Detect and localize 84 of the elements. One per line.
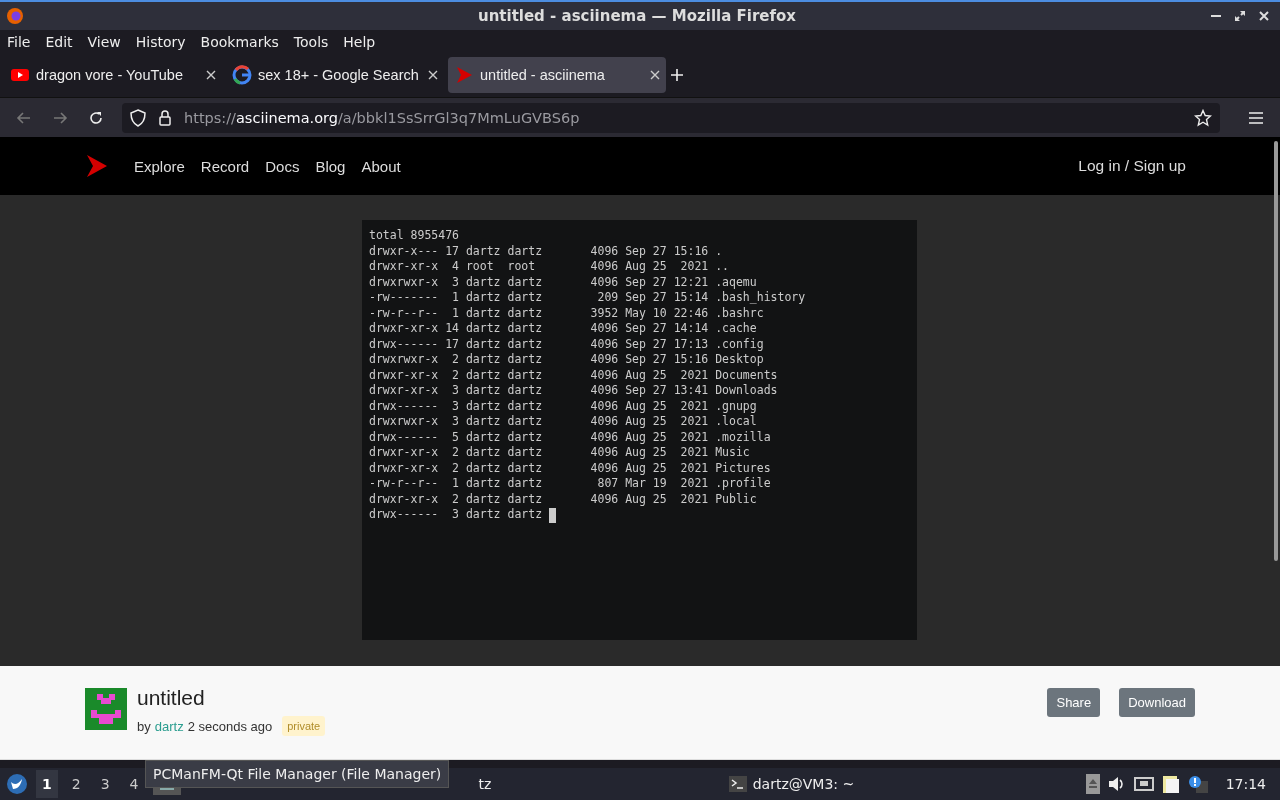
browser-logo-icon [6,6,24,25]
recording-title: untitled [137,686,206,711]
nav-link[interactable]: About [361,157,401,175]
terminal-line: -rw-r--r-- 1 dartz dartz 807 Mar 19 2021 .profile [369,476,771,492]
window-title: untitled - asciinema — Mozilla Firefox [476,6,797,25]
menu-item[interactable]: File [7,33,31,50]
desktop-switch[interactable]: 3 [94,770,116,799]
star-icon[interactable] [1194,108,1212,127]
nav-link[interactable]: Docs [265,157,300,175]
tab-title: untitled - asciinema [480,67,606,84]
menu-icon[interactable] [1248,110,1264,125]
nav-link[interactable]: Explore [134,157,185,175]
menu-item[interactable]: Bookmarks [200,33,279,50]
terminal-line: drwxr-xr-x 4 root root 4096 Aug 25 2021 .. [369,259,730,275]
terminal-line: drwxr-xr-x 2 dartz dartz 4096 Aug 25 2021 Documents [369,367,778,384]
task-title: dartz@VM3: ~ [752,776,855,793]
lock-icon [158,108,172,127]
close-icon[interactable] [1258,9,1270,22]
close-icon[interactable] [650,70,660,81]
terminal-line: drwx------ 17 dartz dartz 4096 Sep 27 17:13 .config [369,336,764,353]
close-icon[interactable] [206,70,216,81]
terminal-line: drwxrwxr-x 3 dartz dartz 4096 Aug 25 2021 .local [369,414,757,430]
cursor [549,507,556,523]
back-icon[interactable] [16,109,32,126]
clock: 17:14 [1225,776,1266,793]
terminal-line: drwxr-xr-x 2 dartz dartz 4096 Aug 25 2021 Music [369,445,750,461]
timestamp: 2 seconds ago [187,718,273,734]
site-logo-icon[interactable] [86,154,108,179]
forward-icon[interactable] [52,109,68,126]
browser-tab[interactable]: sex 18+ - Google Search [226,57,444,94]
favicon-icon [232,65,252,86]
new-tab-icon[interactable] [670,68,684,83]
tooltip: PCManFM-Qt File Manager (File Manager) [145,760,450,788]
terminal-line: drwxr-xr-x 3 dartz dartz 4096 Sep 27 13:41 Downloads [369,383,778,399]
terminal-line: -rw-r--r-- 1 dartz dartz 3952 May 10 22:46 .bashrc [369,305,764,322]
action-button[interactable]: Download [1119,688,1195,718]
taskbar-button[interactable]: dartz@VM3: ~ [722,772,861,797]
action-button[interactable]: Share [1047,688,1101,718]
browser-tab[interactable]: dragon vore - YouTube [4,57,222,94]
terminal-line: drwx------ 3 dartz dartz 4096 Aug 25 2021 .gnupg [369,398,757,415]
desktop-switch[interactable]: 4 [123,770,145,799]
close-icon[interactable] [428,70,438,81]
network-icon[interactable] [1133,776,1154,793]
terminal-line: drwxrwxr-x 3 dartz dartz 4096 Sep 27 12:21 .aqemu [369,274,757,291]
nav-link[interactable]: Blog [315,157,346,175]
maximize-icon[interactable] [1234,9,1246,22]
url-text: https://asciinema.org/a/bbkl1SsSrrGl3q7MmLuGVBS6p [184,109,580,126]
terminal-line: drwxr-xr-x 14 dartz dartz 4096 Sep 27 14:14 .cache [369,321,757,337]
eject-icon[interactable] [1085,774,1100,795]
taskbar-button[interactable]: tz [472,772,498,797]
terminal-line: drwx------ 3 dartz dartz [369,507,544,523]
tab-title: dragon vore - YouTube [36,67,184,84]
notification-icon[interactable] [1187,775,1208,794]
menu-item[interactable]: Tools [293,33,329,50]
shield-icon [130,108,146,127]
terminal-icon [728,776,747,793]
menu-item[interactable]: History [135,33,186,50]
terminal-player[interactable] [362,220,917,641]
visibility-badge: private [282,716,326,737]
terminal-line: -rw------- 1 dartz dartz 209 Sep 27 15:14 .bash_history [369,290,806,306]
menu-item[interactable]: View [87,33,121,50]
scrollbar-icon [1274,141,1278,562]
menu-item[interactable]: Help [343,33,376,50]
terminal-line: drwxr-xr-x 2 dartz dartz 4096 Aug 25 2021 Public [369,491,757,508]
byline-label: by [137,718,151,734]
volume-icon[interactable] [1107,776,1126,793]
avatar-icon [85,688,127,731]
start-menu-icon[interactable] [6,773,28,796]
clipboard-icon[interactable] [1161,774,1180,795]
terminal-line: drwxrwxr-x 2 dartz dartz 4096 Sep 27 15:16 Desktop [369,352,764,368]
reload-icon[interactable] [88,109,104,126]
terminal-line: drwxr-x--- 17 dartz dartz 4096 Sep 27 15:16 . [369,243,723,260]
desktop-switch[interactable]: 1 [36,770,58,799]
address-bar[interactable]: https://asciinema.org/a/bbkl1SsSrrGl3q7MmLuGVBS6p [122,102,1220,133]
terminal-line: drwx------ 5 dartz dartz 4096 Aug 25 2021 .mozilla [369,429,771,446]
favicon-icon [454,65,474,86]
terminal-line: drwxr-xr-x 2 dartz dartz 4096 Aug 25 2021 Pictures [369,460,771,477]
login-link[interactable]: Log in / Sign up [1078,157,1186,176]
nav-link[interactable]: Record [200,157,250,175]
browser-tab[interactable]: untitled - asciinema [448,57,666,94]
desktop-switch[interactable]: 2 [65,770,87,799]
terminal-line: total 8955476 [369,228,459,244]
tab-title: sex 18+ - Google Search [258,67,420,84]
menu-item[interactable]: Edit [45,33,73,50]
